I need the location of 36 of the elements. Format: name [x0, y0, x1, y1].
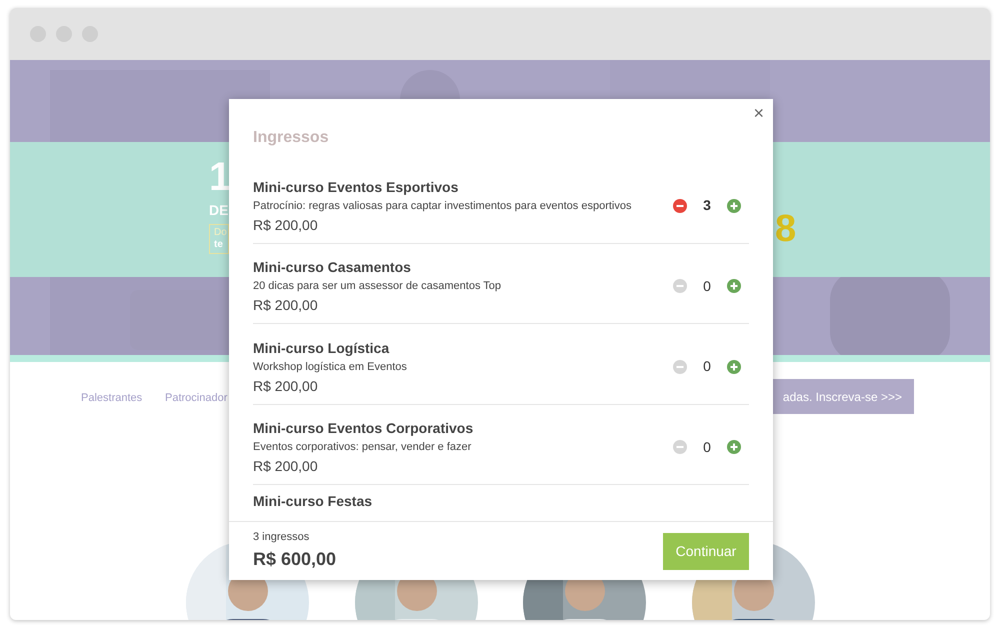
- minus-icon[interactable]: [673, 198, 687, 213]
- dialog-title: Ingressos: [253, 128, 330, 148]
- continue-button[interactable]: Continuar: [663, 532, 749, 570]
- ticket-description: Patrocínio: regras valiosas para captar investimentos para eventos esportivos: [253, 198, 632, 214]
- quantity-text: 0: [702, 357, 712, 376]
- ticket-name: Mini-curso Logística: [253, 338, 390, 358]
- plus-icon[interactable]: [727, 440, 741, 454]
- ticket-price: R$ 200,00: [253, 216, 319, 235]
- close-button[interactable]: ×: [753, 104, 764, 122]
- ticket-description: 20 dicas para ser um assessor de casamentos Top: [253, 279, 502, 294]
- ticket-price: R$ 200,00: [253, 296, 319, 316]
- ticket-description: Workshop logística em Eventos: [253, 360, 408, 375]
- hero-text: DE: [209, 203, 228, 217]
- signup-button[interactable]: adas. Inscreva-se >>>: [772, 379, 914, 414]
- plus-icon[interactable]: [727, 360, 741, 374]
- nav-link[interactable]: Palestrantes: [81, 390, 142, 406]
- ticket-name: Mini-curso Casamentos: [253, 258, 412, 278]
- plus-icon[interactable]: [727, 198, 741, 213]
- hero-text: te: [214, 240, 223, 250]
- quantity-text: 0: [702, 276, 712, 296]
- hero-text: Do: [214, 228, 227, 238]
- hero-text: 8: [775, 210, 796, 248]
- ticket-price: R$ 200,00: [253, 376, 319, 396]
- quantity-text: 3: [702, 196, 712, 216]
- ticket-name: Mini-curso Eventos Corporativos: [253, 419, 474, 438]
- ticket-description: Eventos corporativos: pensar, vender e fazer: [253, 440, 472, 456]
- hero-box-outline: [209, 224, 229, 254]
- ticket-name: Mini-curso Eventos Esportivos: [253, 178, 460, 197]
- total-price: R$ 600,00: [253, 548, 336, 571]
- ticket-name: Mini-curso Festas: [253, 492, 374, 511]
- ticket-price: R$ 200,00: [253, 457, 319, 476]
- ticket-count: 3 ingressos: [253, 530, 310, 546]
- hero-text: 1: [209, 157, 232, 197]
- nav-link[interactable]: Patrocinador: [165, 390, 228, 406]
- quantity-text: 0: [702, 438, 712, 457]
- plus-icon[interactable]: [727, 279, 741, 294]
